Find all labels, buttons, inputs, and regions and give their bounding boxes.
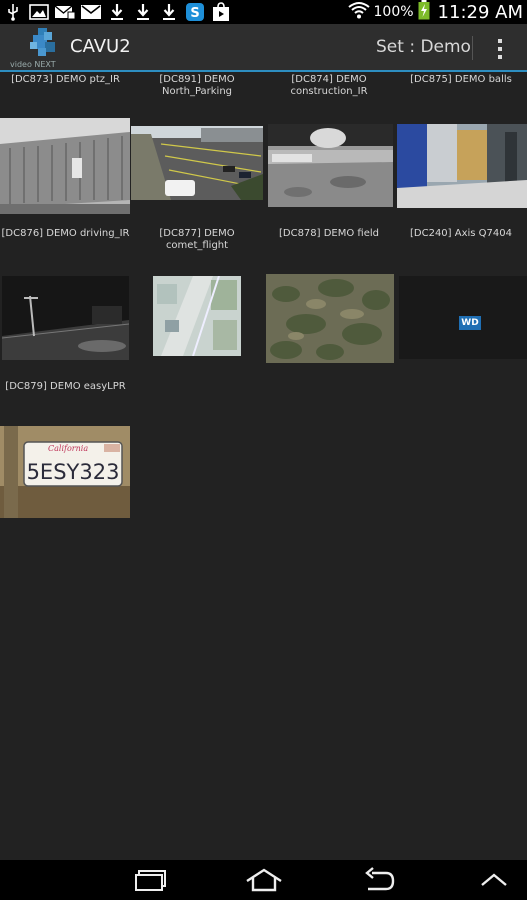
camera-thumbnail-balls[interactable] <box>397 124 527 208</box>
camera-thumbnail-construction-ir[interactable] <box>268 124 393 207</box>
camera-label[interactable]: [DC891] DEMO North_Parking <box>131 74 263 98</box>
camera-label[interactable]: [DC873] DEMO ptz_IR <box>0 74 131 86</box>
wifi-icon <box>347 1 370 23</box>
camera-thumbnail-north-parking[interactable] <box>131 126 263 200</box>
camera-label[interactable]: [DC876] DEMO driving_IR <box>0 228 131 240</box>
home-icon[interactable] <box>244 865 284 895</box>
download-icon <box>130 0 156 24</box>
notification-icons: S <box>0 0 234 24</box>
battery-percent: 100% <box>373 4 414 20</box>
action-bar-accent-line <box>0 70 527 72</box>
gmail-icon <box>78 0 104 24</box>
action-bar-divider <box>472 36 473 60</box>
camera-label[interactable]: [DC878] DEMO field <box>263 228 395 240</box>
battery-icon <box>418 0 430 24</box>
set-selector[interactable]: Set : Demo <box>376 37 471 57</box>
svg-text:S: S <box>190 6 199 21</box>
camera-label[interactable]: [DC877] DEMO comet_flight <box>131 228 263 252</box>
camera-thumbnail-driving-ir[interactable] <box>2 276 129 360</box>
app-title: CAVU2 <box>70 36 131 57</box>
recent-apps-icon[interactable] <box>130 865 170 895</box>
camera-label[interactable]: [DC879] DEMO easyLPR <box>0 381 131 393</box>
camera-label[interactable]: [DC875] DEMO balls <box>395 74 527 86</box>
camera-thumbnail-ptz-ir[interactable] <box>0 118 130 214</box>
image-icon <box>26 0 52 24</box>
usb-icon <box>0 0 26 24</box>
license-plate-number: 5ESY323 <box>27 460 120 484</box>
store-icon <box>208 0 234 24</box>
download-icon <box>104 0 130 24</box>
clock: 11:29 AM <box>437 1 523 23</box>
app-logo-text: video NEXT <box>10 60 56 69</box>
skype-icon: S <box>182 0 208 24</box>
overflow-menu-icon[interactable] <box>490 36 510 62</box>
license-plate-state: California <box>48 444 89 453</box>
camera-thumbnail-axis-q7404[interactable]: WD <box>399 276 527 359</box>
status-bar: S 100% 11:29 AM <box>0 0 527 24</box>
camera-label[interactable]: [DC240] Axis Q7404 <box>395 228 527 240</box>
download-icon <box>156 0 182 24</box>
wd-logo: WD <box>459 316 481 330</box>
email-icon <box>52 0 78 24</box>
up-icon[interactable] <box>474 865 514 895</box>
camera-thumbnail-field[interactable] <box>266 274 394 363</box>
back-icon[interactable] <box>358 865 398 895</box>
camera-thumbnail-comet-flight[interactable] <box>153 276 241 356</box>
camera-label[interactable]: [DC874] DEMO construction_IR <box>263 74 395 98</box>
camera-thumbnail-easylpr[interactable]: 5ESY323 California <box>0 426 130 518</box>
